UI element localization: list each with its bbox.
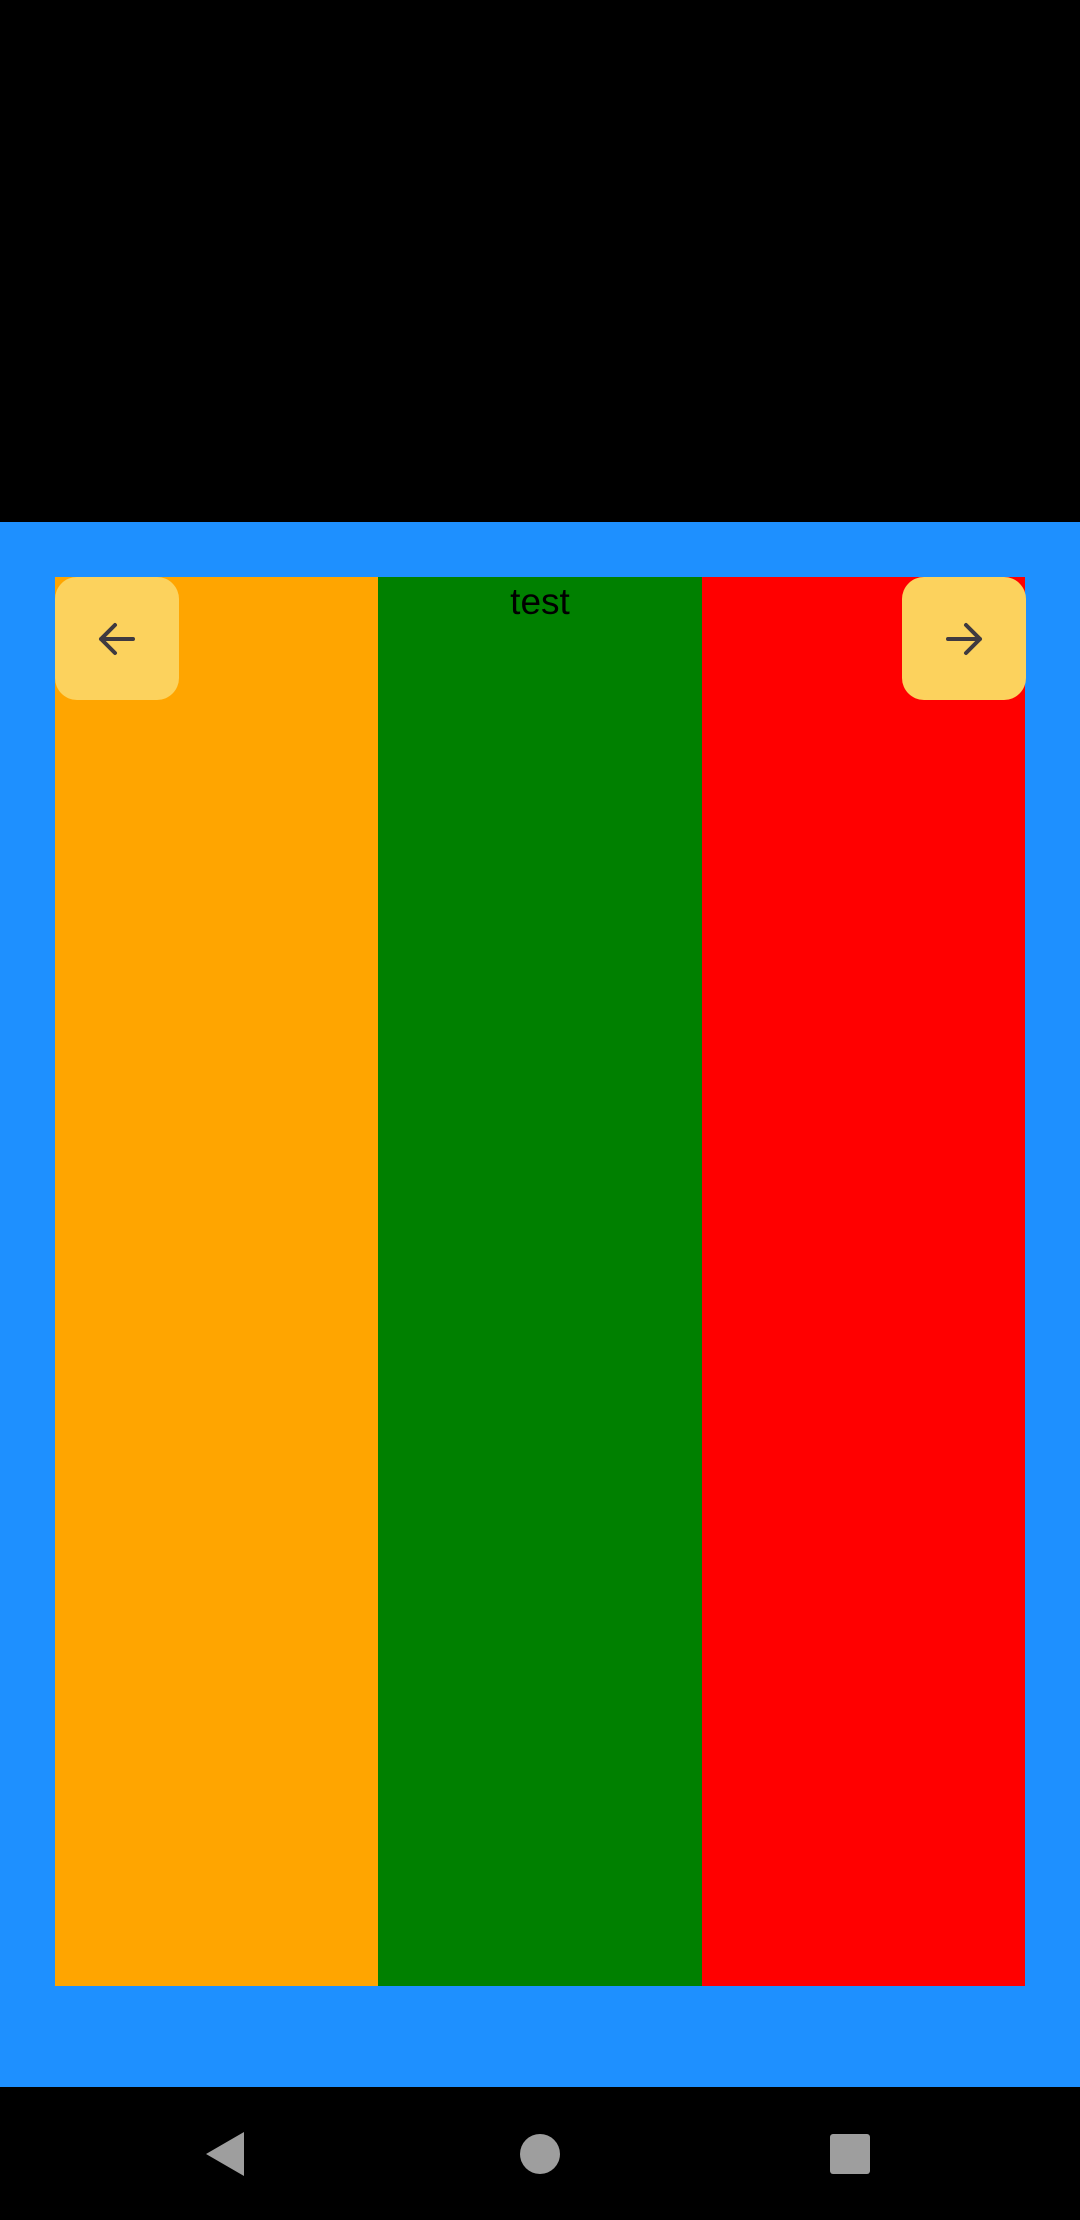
previous-button[interactable] [55,577,179,700]
panel-orange [55,577,379,1986]
home-circle-icon [520,2133,560,2174]
back-button[interactable] [166,2087,286,2220]
back-triangle-icon [206,2131,244,2176]
top-blank-area [0,0,1080,522]
next-button[interactable] [902,577,1026,700]
panel-red [701,577,1025,1986]
carousel-panels[interactable]: test [55,577,1025,1986]
arrow-left-icon [99,622,135,655]
recents-square-icon [830,2133,870,2174]
arrow-right-icon [946,622,982,655]
panel-label: test [510,581,570,622]
recents-button[interactable] [790,2087,910,2220]
system-navigation-bar [0,2087,1080,2220]
panel-green: test [378,577,702,1986]
home-button[interactable] [480,2087,600,2220]
